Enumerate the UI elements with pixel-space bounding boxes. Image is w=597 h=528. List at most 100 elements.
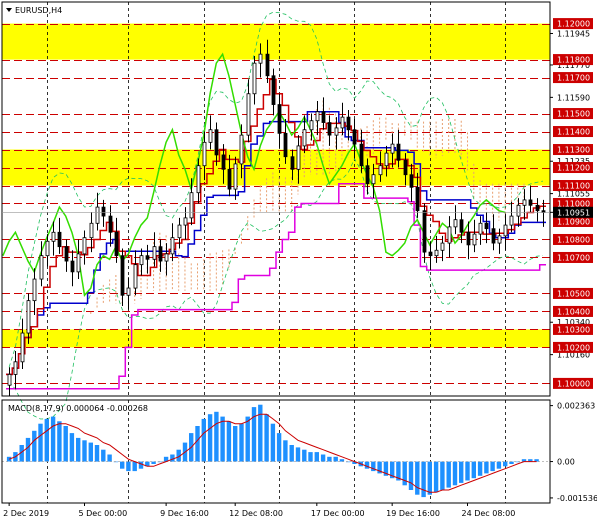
price-bar-body [434,249,439,257]
price-bar-body [528,199,533,206]
macd-bar [132,461,137,472]
price-level-tag-label: 1.11300 [557,146,590,155]
macd-tick-label: -0.001536 [557,494,597,503]
price-bar-body [246,93,251,136]
macd-label: MACD(8,17,9) 0.000064 -0.000268 [8,404,148,413]
price-level-tag: 1.10000 [553,377,593,389]
price-level-tag: 1.11800 [553,54,593,66]
price-bar-body [252,62,257,95]
macd-bar [484,461,489,474]
macd-bar [477,461,483,476]
price-bar-body [271,75,276,105]
price-bar-body [378,165,383,176]
macd-bar [427,461,432,495]
macd-bar [107,454,112,462]
price-bar-body [478,222,483,235]
price-bar-body [384,152,389,167]
macd-bar [101,449,106,462]
macd-bar [421,461,426,498]
macd-bar [320,454,326,462]
chart-canvas: 1.119451.117701.115901.112351.110551.109… [0,0,597,524]
macd-bar [270,423,276,462]
macd-bar [503,461,508,467]
price-bar-body [327,122,332,136]
price-bar-body [466,231,471,246]
macd-bar [201,418,206,462]
price-level-tag: 1.10300 [553,323,593,335]
price-bar-body [45,240,50,257]
price-level-tag-label: 1.10800 [557,235,590,244]
time-tick-label: 9 Dec 16:00 [160,509,209,518]
price-bar-body [390,143,395,154]
macd-bar [402,461,407,486]
price-bar-body [428,251,433,257]
price-bar-body [120,255,125,296]
macd-bar [446,461,451,488]
price-bar-body [290,156,295,170]
time-tick-label: 12 Dec 08:00 [229,509,283,518]
price-bar-body [39,255,44,280]
macd-bar [88,442,93,462]
price-bar-body [82,237,87,255]
macd-bar [440,461,445,490]
price-bar-body [497,235,502,244]
price-bar-body [283,132,288,158]
price-tick-label: 1.11945 [557,29,590,38]
macd-bar [264,414,269,462]
price-bar-body [26,300,31,334]
macd-bar [364,461,370,469]
macd-bar [32,430,37,462]
price-level-tag-label: 1.10300 [557,325,590,334]
price-bar-body [396,143,401,161]
price-level-tag: 1.11300 [553,144,593,156]
macd-bar [245,416,250,462]
price-level-tag-label: 1.11400 [557,128,590,137]
macd-bar [207,414,213,462]
macd-bar [258,404,263,462]
macd-bar [465,461,470,481]
price-level-tag-label: 1.12000 [557,20,590,29]
price-level-tag-label: 1.11800 [557,56,590,65]
macd-bar [327,456,332,462]
time-tick-label: 2 Dec 2019 [3,509,49,518]
price-bar-body [453,219,458,228]
macd-bar [496,461,502,469]
macd-bar [308,452,313,462]
price-level-tag: 1.10700 [553,251,593,263]
price-bar-body [302,129,307,147]
macd-bar [126,461,131,472]
price-bar-body [152,246,157,260]
price-level-tag: 1.10800 [553,233,593,245]
price-bar-body [57,231,62,248]
macd-bar [283,440,288,462]
price-bar-body [170,237,175,255]
price-level-tag: 1.11200 [553,162,593,174]
macd-bar [509,461,514,464]
price-bar-body [296,145,301,170]
price-bar-body [158,246,163,262]
macd-bar [170,454,175,462]
price-bar-body [415,186,420,212]
highlight-band [2,23,550,60]
price-level-tag-label: 1.11500 [557,110,590,119]
macd-bar [94,445,100,462]
price-level-tag: 1.10200 [553,341,593,353]
time-tick-label: 24 Dec 08:00 [462,509,516,518]
price-bar-body [239,134,244,165]
price-bar-body [535,204,540,212]
price-bar-body [371,174,376,185]
macd-bar [220,416,225,462]
macd-bar [471,461,476,479]
price-bar-body [214,129,219,156]
macd-bar [408,461,414,490]
macd-tick-label: 0.002363 [557,402,595,411]
price-bar-body [321,111,326,123]
price-bar-body [459,219,464,233]
price-bar-body [503,224,508,237]
macd-bar [289,445,294,462]
macd-bar [195,426,200,462]
price-bar-body [227,168,232,190]
price-bar-body [221,154,226,170]
price-level-tag: 1.12000 [553,18,593,30]
macd-tick-label: 0.00 [557,458,575,467]
